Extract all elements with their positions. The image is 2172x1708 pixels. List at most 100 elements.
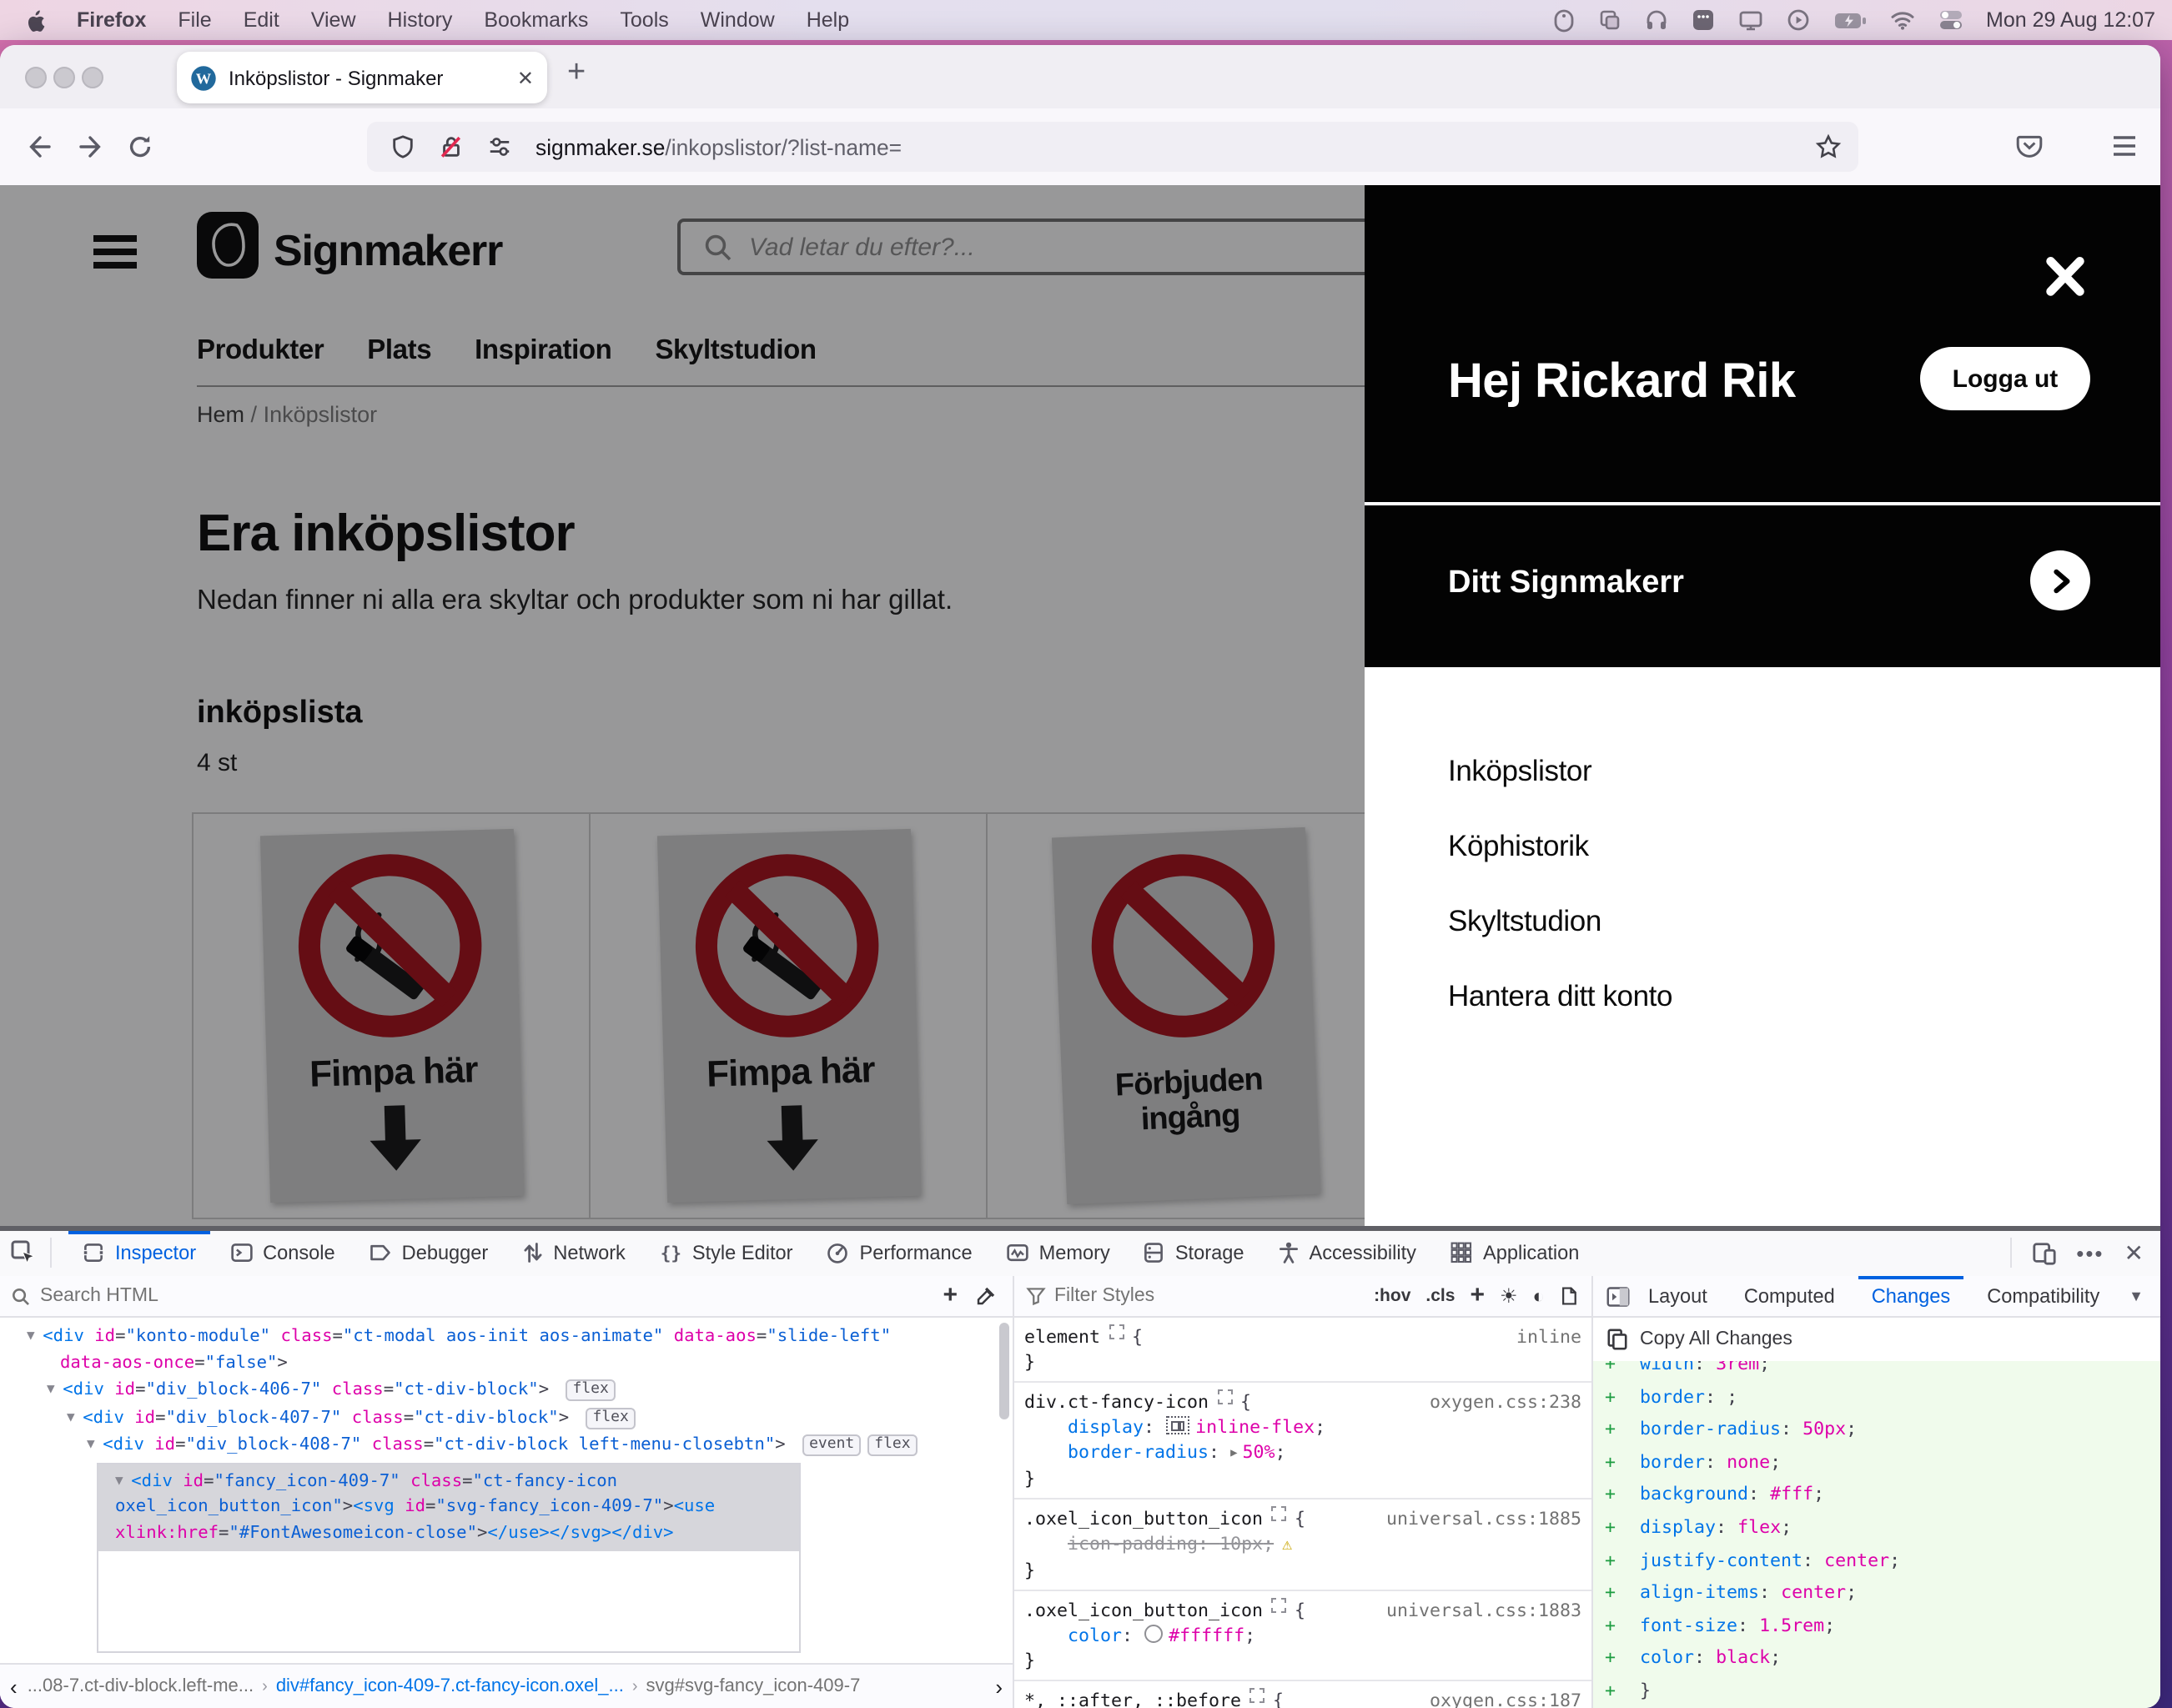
menubar-item-view[interactable]: View <box>311 8 356 32</box>
toggles-icon[interactable] <box>1938 8 1963 32</box>
breadcrumb-scroll-right[interactable]: › <box>985 1674 1013 1699</box>
menubar-item-window[interactable]: Window <box>701 8 775 32</box>
expander-icon[interactable]: ▶ <box>1230 1446 1237 1459</box>
css-rule[interactable]: element{inline} <box>1014 1318 1591 1383</box>
pocket-icon[interactable] <box>2015 132 2044 160</box>
menubar-item-history[interactable]: History <box>388 8 453 32</box>
rule-selector[interactable]: div.ct-fancy-icon <box>1024 1389 1209 1414</box>
sidebar-tab-compatibility[interactable]: Compatibility <box>1968 1275 2118 1317</box>
reload-button[interactable] <box>127 133 153 160</box>
sidebar-tab-computed[interactable]: Computed <box>1726 1275 1853 1317</box>
logout-button[interactable]: Logga ut <box>1920 347 2090 410</box>
devtools-tab-inspector[interactable]: Inspector <box>65 1230 213 1276</box>
tab-close-icon[interactable]: ✕ <box>517 66 534 89</box>
property-name[interactable]: color <box>1068 1625 1122 1646</box>
chevron-right-icon[interactable] <box>2030 550 2090 610</box>
traffic-light-minimize[interactable] <box>53 67 75 88</box>
permissions-icon[interactable] <box>487 133 512 160</box>
css-rule[interactable]: .oxel_icon_button_icon{universal.css:188… <box>1014 1591 1591 1681</box>
devtools-tab-debugger[interactable]: Debugger <box>352 1230 505 1276</box>
account-menu-item[interactable]: Inköpslistor <box>1448 754 2160 789</box>
menubar-item-edit[interactable]: Edit <box>244 8 279 32</box>
devtools-tab-storage[interactable]: Storage <box>1127 1230 1261 1276</box>
css-declaration[interactable]: border-radius: ▶50%; <box>1024 1439 1581 1466</box>
property-name[interactable]: display <box>1068 1416 1144 1438</box>
markup-scrollbar[interactable] <box>999 1323 1009 1419</box>
traffic-light-close[interactable] <box>25 67 47 88</box>
changes-diff[interactable]: +width: 3rem;+border: ;+border-radius: 5… <box>1593 1361 2160 1708</box>
url-text[interactable]: signmaker.se/inkopslistor/?list-name= <box>535 134 902 159</box>
property-value[interactable]: 50% <box>1243 1441 1275 1463</box>
css-rule[interactable]: *, ::after, ::before{oxygen.css:187box-s… <box>1014 1681 1591 1708</box>
sidebar-dropdown-icon[interactable]: ▼ <box>2129 1288 2160 1304</box>
class-toggle[interactable]: .cls <box>1425 1286 1455 1306</box>
devtools-tab-application[interactable]: Application <box>1433 1230 1596 1276</box>
breadcrumb-scroll-left[interactable]: ‹ <box>0 1674 28 1699</box>
account-section[interactable]: Ditt Signmakerr <box>1365 505 2160 667</box>
node-picker-icon[interactable] <box>10 1240 37 1267</box>
menubar-item-help[interactable]: Help <box>807 8 849 32</box>
property-name[interactable]: icon-padding <box>1068 1533 1198 1555</box>
headphones-icon[interactable] <box>1644 8 1667 32</box>
selector-highlighter-icon[interactable] <box>1271 1598 1286 1613</box>
battery-icon[interactable] <box>1833 11 1866 29</box>
selector-highlighter-icon[interactable] <box>1249 1688 1264 1703</box>
property-value[interactable]: 10px <box>1219 1533 1263 1555</box>
sidebar-tab-changes[interactable]: Changes <box>1853 1275 1968 1317</box>
meatball-menu-icon[interactable]: ••• <box>2076 1241 2104 1266</box>
markup-node[interactable]: ▼ <div id="konto-module" class="ct-modal… <box>0 1323 1013 1350</box>
rule-source-link[interactable]: inline <box>1503 1324 1581 1349</box>
keypad-icon[interactable] <box>1691 8 1714 32</box>
markup-breadcrumb-item[interactable]: ...08-7.ct-div-block.left-me... <box>28 1676 254 1696</box>
bookmark-star-icon[interactable] <box>1815 133 1842 160</box>
devtools-tab-network[interactable]: Network <box>505 1230 642 1276</box>
menubar-app-name[interactable]: Firefox <box>77 8 146 32</box>
modal-overlay[interactable] <box>0 185 1365 1226</box>
markup-search-bar[interactable]: Search HTML + <box>0 1276 1013 1318</box>
selector-highlighter-icon[interactable] <box>1271 1506 1286 1521</box>
css-declaration[interactable]: icon-padding: 10px;⚠ <box>1024 1531 1581 1558</box>
markup-node[interactable]: ▼ <div id="div_block-408-7" class="ct-di… <box>0 1431 1013 1459</box>
rule-selector[interactable]: .oxel_icon_button_icon <box>1024 1598 1263 1623</box>
rule-source-link[interactable]: oxygen.css:238 <box>1416 1389 1581 1414</box>
close-icon[interactable] <box>2040 252 2090 302</box>
menubar-item-file[interactable]: File <box>178 8 211 32</box>
add-node-icon[interactable]: + <box>943 1288 958 1304</box>
rules-filter-bar[interactable]: Filter Styles :hov .cls + ☀ ◐ <box>1014 1276 1591 1318</box>
shield-icon[interactable] <box>390 133 415 160</box>
play-circle-icon[interactable] <box>1786 8 1809 32</box>
css-rule[interactable]: .oxel_icon_button_icon{universal.css:188… <box>1014 1500 1591 1591</box>
eyedropper-icon[interactable] <box>974 1285 996 1307</box>
rule-source-link[interactable]: oxygen.css:187 <box>1416 1688 1581 1708</box>
css-declaration[interactable]: color: #ffffff; <box>1024 1623 1581 1648</box>
back-button[interactable] <box>27 133 53 160</box>
devtools-tab-performance[interactable]: Performance <box>810 1230 989 1276</box>
rule-selector[interactable]: *, ::after, ::before <box>1024 1688 1241 1708</box>
property-name[interactable]: border-radius <box>1068 1441 1209 1463</box>
account-menu-item[interactable]: Hantera ditt konto <box>1448 979 2160 1014</box>
css-rule[interactable]: div.ct-fancy-icon{oxygen.css:238display:… <box>1014 1383 1591 1500</box>
markup-node[interactable]: ▼ <div id="div_block-407-7" class="ct-di… <box>0 1404 1013 1431</box>
markup-node[interactable]: data-aos-once="false"> <box>0 1350 1013 1376</box>
markup-tree[interactable]: ▼ <div id="konto-module" class="ct-modal… <box>0 1318 1013 1652</box>
new-tab-button[interactable]: + <box>567 55 586 92</box>
devtools-tab-accessibility[interactable]: Accessibility <box>1260 1230 1433 1276</box>
responsive-design-icon[interactable] <box>2031 1241 2056 1266</box>
menubar-item-bookmarks[interactable]: Bookmarks <box>484 8 588 32</box>
account-menu-item[interactable]: Skyltstudion <box>1448 904 2160 939</box>
account-menu-item[interactable]: Köphistorik <box>1448 829 2160 864</box>
selector-highlighter-icon[interactable] <box>1217 1389 1232 1404</box>
rule-selector[interactable]: element <box>1024 1324 1100 1349</box>
sidebar-toggle-icon[interactable] <box>1606 1285 1630 1307</box>
selector-highlighter-icon[interactable] <box>1109 1324 1124 1339</box>
rule-source-link[interactable]: universal.css:1885 <box>1373 1506 1581 1531</box>
lock-disabled-icon[interactable] <box>439 133 464 160</box>
pseudo-class-toggle[interactable]: :hov <box>1374 1286 1410 1306</box>
devtools-tab-memory[interactable]: Memory <box>989 1230 1127 1276</box>
property-value[interactable]: inline-flex <box>1195 1416 1315 1438</box>
dark-theme-icon[interactable]: ◐ <box>1533 1284 1546 1308</box>
apple-logo-icon[interactable] <box>23 8 45 33</box>
app-menu-icon[interactable] <box>2112 135 2137 157</box>
devtools-close-icon[interactable]: ✕ <box>2124 1239 2144 1268</box>
flex-highlighter-icon[interactable] <box>1165 1416 1189 1434</box>
